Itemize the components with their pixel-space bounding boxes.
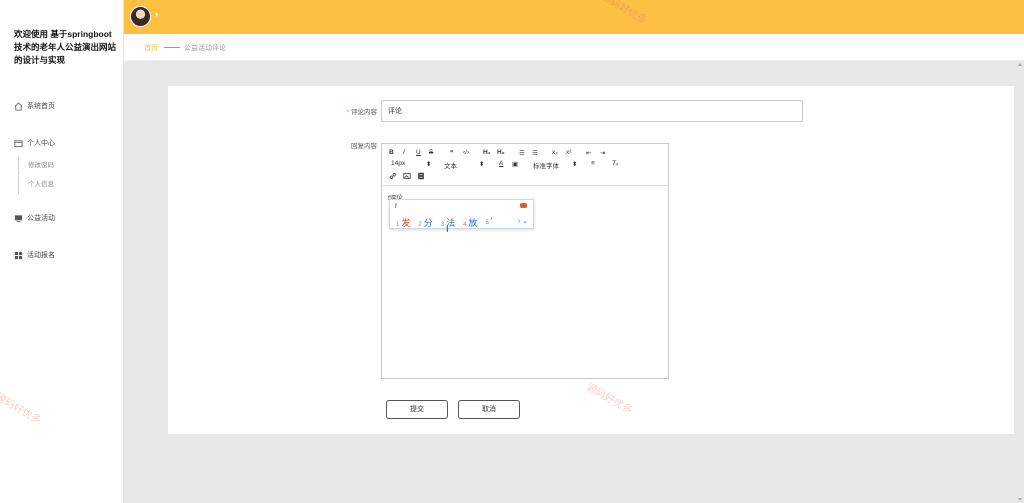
breadcrumb: 首页 公益活动评论 (124, 34, 1024, 61)
submit-button[interactable]: 提交 (386, 400, 448, 419)
sidebar-item-label: 活动报名 (27, 252, 55, 259)
sidebar-subitem-password[interactable]: 修改密码 (18, 157, 54, 175)
breadcrumb-separator (164, 47, 180, 48)
strike-button[interactable]: S (429, 149, 433, 156)
font-caret-icon[interactable]: ⬍ (572, 160, 577, 168)
font-family-select[interactable]: 标准字体 (533, 160, 559, 170)
type-caret-icon[interactable]: ⬍ (479, 160, 484, 168)
top-bar: ▾ (124, 0, 1024, 34)
text-cursor-icon: I (446, 224, 449, 234)
italic-button[interactable]: I (403, 149, 405, 156)
monitor-icon (14, 214, 23, 223)
sidebar-subitem-info[interactable]: 个人信息 (18, 176, 54, 194)
bullet-list-button[interactable]: ☰ (532, 149, 538, 157)
ordered-list-button[interactable]: ☰ (519, 149, 525, 157)
font-size-select[interactable]: 14px (391, 160, 405, 167)
image-icon[interactable] (403, 172, 411, 182)
comment-label: * 评论内容 (346, 109, 377, 116)
ime-candidate[interactable]: 5 ' (485, 216, 492, 229)
chevron-down-icon[interactable]: ▾ (155, 11, 159, 19)
page-scrollbar[interactable] (1017, 62, 1023, 502)
link-icon[interactable] (389, 172, 397, 182)
ime-logo-icon (520, 203, 527, 208)
reply-label: 回复内容 (351, 143, 377, 150)
bold-button[interactable]: B (389, 149, 394, 156)
comment-input[interactable] (381, 100, 803, 122)
sidebar-item-signup[interactable]: 活动报名 (14, 250, 55, 260)
size-caret-icon[interactable]: ⬍ (426, 160, 431, 168)
underline-button[interactable]: U (416, 149, 421, 156)
align-icon[interactable]: ≡ (591, 160, 595, 167)
font-color-icon[interactable]: A (499, 160, 503, 167)
breadcrumb-current: 公益活动评论 (184, 45, 226, 52)
ime-candidate[interactable]: 1发 (396, 216, 410, 229)
editor-toolbar: B I U S ❞ ‹/› H₁ H₂ ☰ ☰ x₂ x² ⇤ ⇥ 14px ⬍… (382, 144, 668, 186)
rich-text-editor[interactable]: B I U S ❞ ‹/› H₁ H₂ ☰ ☰ x₂ x² ⇤ ⇥ 14px ⬍… (381, 143, 669, 379)
clear-format-icon[interactable]: Tₓ (612, 160, 618, 167)
indent-button[interactable]: ⇥ (600, 149, 605, 157)
ime-candidate[interactable]: 4放 (463, 216, 477, 229)
sidebar-item-home[interactable]: 系统首页 (14, 101, 55, 111)
grid-icon (14, 251, 23, 260)
superscript-button[interactable]: x² (566, 149, 571, 156)
user-avatar[interactable] (130, 6, 151, 27)
cancel-button[interactable]: 取消 (458, 400, 520, 419)
ime-page-arrows[interactable]: › ⌄ (518, 217, 528, 225)
sidebar-item-profile[interactable]: 个人中心 (14, 138, 55, 148)
quote-button[interactable]: ❞ (450, 149, 454, 157)
home-icon (14, 101, 23, 111)
outdent-button[interactable]: ⇤ (586, 149, 591, 157)
ime-composition: f (395, 203, 397, 210)
sidebar-item-activity[interactable]: 公益活动 (14, 213, 55, 223)
sidebar-item-label: 公益活动 (27, 215, 55, 222)
profile-icon (14, 139, 23, 148)
background-color-icon[interactable]: ▣ (512, 160, 518, 168)
sidebar-item-label: 系统首页 (27, 103, 55, 110)
ime-candidate[interactable]: 2分 (418, 216, 432, 229)
video-icon[interactable] (417, 172, 425, 182)
h1-button[interactable]: H₁ (483, 149, 490, 156)
breadcrumb-home[interactable]: 首页 (144, 43, 158, 53)
sidebar-item-label: 个人中心 (27, 140, 55, 147)
welcome-title: 欢迎使用 基于springboot技术的老年人公益演出网站的设计与实现 (14, 29, 117, 65)
text-type-select[interactable]: 文本 (444, 160, 457, 170)
h2-button[interactable]: H₂ (497, 149, 505, 156)
code-button[interactable]: ‹/› (463, 149, 469, 156)
sidebar: 欢迎使用 基于springboot技术的老年人公益演出网站的设计与实现 系统首页… (0, 0, 124, 503)
ime-candidate-popup: f 1发 2分 3法 4放 5 ' › ⌄ (389, 199, 534, 229)
required-mark: * (346, 109, 349, 116)
subscript-button[interactable]: x₂ (552, 149, 558, 156)
